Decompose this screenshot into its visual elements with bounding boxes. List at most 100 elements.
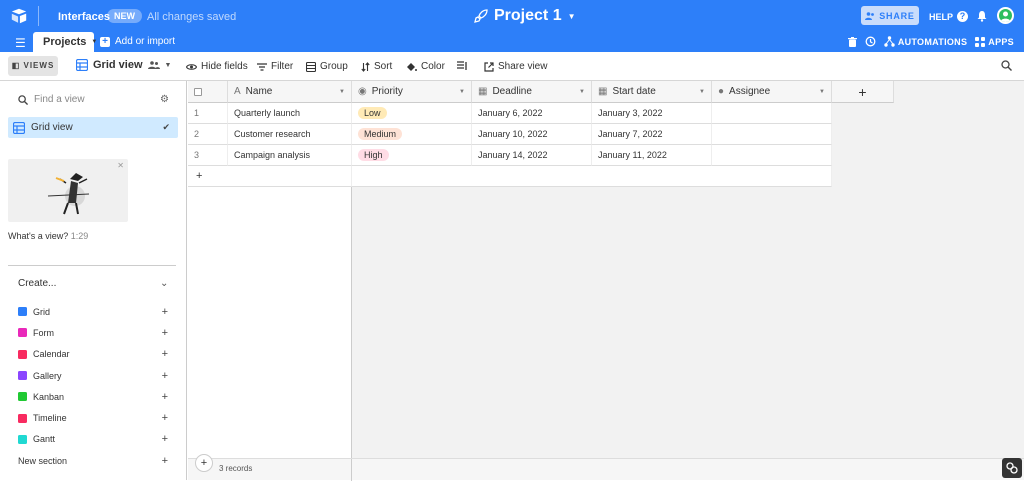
cell-assignee[interactable] xyxy=(712,124,832,145)
add-or-import-button[interactable]: + Add or import xyxy=(100,36,175,47)
add-record-button[interactable]: + xyxy=(195,454,213,472)
plus-icon[interactable]: + xyxy=(162,327,168,339)
avatar[interactable] xyxy=(997,7,1014,24)
cell-deadline[interactable]: January 6, 2022 xyxy=(472,103,592,124)
column-header-priority[interactable]: ◉ Priority ▼ xyxy=(352,81,472,103)
cell-name[interactable]: Customer research xyxy=(228,124,352,145)
group-button[interactable]: Group xyxy=(306,61,348,72)
select-all-checkbox[interactable] xyxy=(188,81,228,103)
chevron-down-icon[interactable]: ▼ xyxy=(819,89,825,95)
interfaces-link[interactable]: Interfaces xyxy=(58,11,110,23)
cell-start-date[interactable]: January 7, 2022 xyxy=(592,124,712,145)
hamburger-menu-icon[interactable]: ☰ xyxy=(15,36,26,50)
airtable-logo-icon[interactable] xyxy=(10,7,28,25)
single-select-icon: ◉ xyxy=(358,86,367,97)
color-button[interactable]: Color xyxy=(406,61,445,72)
gear-icon[interactable]: ⚙ xyxy=(160,94,169,105)
cell-deadline[interactable]: January 14, 2022 xyxy=(472,145,592,166)
base-title[interactable]: Project 1 ▼ xyxy=(474,7,576,25)
share-view-label: Share view xyxy=(498,61,548,72)
search-icon[interactable] xyxy=(1001,60,1012,71)
create-view-grid[interactable]: Grid + xyxy=(18,301,170,322)
tab-projects[interactable]: Projects ▼ xyxy=(33,32,97,52)
view-type-label: Gallery xyxy=(33,370,62,381)
chevron-down-icon[interactable]: ⌄ xyxy=(160,278,168,289)
apps-button[interactable]: APPS xyxy=(975,36,1014,47)
chevron-down-icon[interactable]: ▼ xyxy=(339,89,345,95)
add-row-button[interactable]: + xyxy=(188,166,352,187)
help-button[interactable]: HELP ? xyxy=(929,11,969,22)
column-header-start-date[interactable]: ▦ Start date ▼ xyxy=(592,81,712,103)
filter-button[interactable]: Filter xyxy=(257,61,293,72)
column-header-deadline[interactable]: ▦ Deadline ▼ xyxy=(472,81,592,103)
view-type-label: Timeline xyxy=(33,413,67,424)
bell-icon[interactable] xyxy=(976,10,988,22)
plus-icon[interactable]: + xyxy=(162,348,168,360)
automations-button[interactable]: AUTOMATIONS xyxy=(884,36,967,47)
rocket-icon xyxy=(474,9,488,23)
add-row-area[interactable] xyxy=(352,166,832,187)
question-icon: ? xyxy=(957,11,969,22)
chevron-down-icon[interactable]: ▼ xyxy=(459,89,465,95)
close-icon[interactable]: ✕ xyxy=(117,161,124,170)
create-view-kanban[interactable]: Kanban + xyxy=(18,386,170,407)
history-icon[interactable] xyxy=(865,36,876,47)
column-header-name[interactable]: A Name ▼ xyxy=(228,81,352,103)
view-type-label: Gantt xyxy=(33,434,56,445)
plus-icon[interactable]: + xyxy=(162,370,168,382)
chevron-down-icon[interactable]: ▼ xyxy=(699,89,705,95)
cell-assignee[interactable] xyxy=(712,103,832,124)
find-view-input[interactable]: Find a view xyxy=(18,94,85,105)
cell-assignee[interactable] xyxy=(712,145,832,166)
priority-tag: High xyxy=(358,149,389,161)
view-type-label: Form xyxy=(33,327,54,338)
trash-icon[interactable] xyxy=(847,36,857,47)
cell-start-date[interactable]: January 11, 2022 xyxy=(592,145,712,166)
add-field-button[interactable]: + xyxy=(832,81,894,103)
plus-icon[interactable]: + xyxy=(162,433,168,445)
chevron-down-icon[interactable]: ▼ xyxy=(579,89,585,95)
share-view-button[interactable]: Share view xyxy=(484,61,547,72)
text-field-icon: A xyxy=(234,86,241,97)
plus-icon[interactable]: + xyxy=(162,391,168,403)
grid-view-icon xyxy=(18,307,27,317)
tabbar-actions: AUTOMATIONS APPS xyxy=(847,36,1014,47)
plus-icon[interactable]: + xyxy=(162,455,168,467)
views-toggle-button[interactable]: ◧ VIEWS xyxy=(8,56,58,76)
sort-button[interactable]: Sort xyxy=(361,61,392,72)
cell-priority[interactable]: Medium xyxy=(352,124,472,145)
help-widget-icon[interactable] xyxy=(1002,458,1022,478)
cell-start-date[interactable]: January 3, 2022 xyxy=(592,103,712,124)
calendar-view-icon xyxy=(18,349,27,359)
cell-deadline[interactable]: January 10, 2022 xyxy=(472,124,592,145)
plus-icon[interactable]: + xyxy=(162,306,168,318)
hide-fields-button[interactable]: Hide fields xyxy=(186,61,248,72)
date-icon: ▦ xyxy=(598,86,608,97)
create-view-gallery[interactable]: Gallery + xyxy=(18,365,170,386)
plus-icon[interactable]: + xyxy=(162,412,168,424)
whats-a-view-link[interactable]: What's a view? 1:29 xyxy=(8,231,88,241)
cell-name[interactable]: Quarterly launch xyxy=(228,103,352,124)
row-height-button[interactable] xyxy=(457,61,467,71)
create-view-gantt[interactable]: Gantt + xyxy=(18,429,170,450)
cell-name[interactable]: Campaign analysis xyxy=(228,145,352,166)
user-icon: ● xyxy=(718,86,725,97)
sort-label: Sort xyxy=(374,61,393,72)
create-view-timeline[interactable]: Timeline + xyxy=(18,407,170,428)
current-view-button[interactable]: Grid view ▼ xyxy=(76,59,171,71)
video-thumbnail[interactable]: ✕ xyxy=(8,159,128,222)
view-type-label: Kanban xyxy=(33,391,65,402)
kanban-view-icon xyxy=(18,392,27,402)
view-item-grid-view[interactable]: Grid view ✔ xyxy=(8,117,178,138)
new-section-button[interactable]: New section + xyxy=(18,450,170,471)
cell-priority[interactable]: Low xyxy=(352,103,472,124)
create-section-header[interactable]: Create... xyxy=(18,278,56,289)
share-button[interactable]: SHARE xyxy=(861,6,919,25)
column-header-assignee[interactable]: ● Assignee ▼ xyxy=(712,81,832,103)
create-view-form[interactable]: Form + xyxy=(18,322,170,343)
illustration xyxy=(47,173,90,215)
filter-label: Filter xyxy=(271,61,294,72)
create-view-calendar[interactable]: Calendar + xyxy=(18,344,170,365)
cell-priority[interactable]: High xyxy=(352,145,472,166)
group-icon xyxy=(306,61,316,72)
